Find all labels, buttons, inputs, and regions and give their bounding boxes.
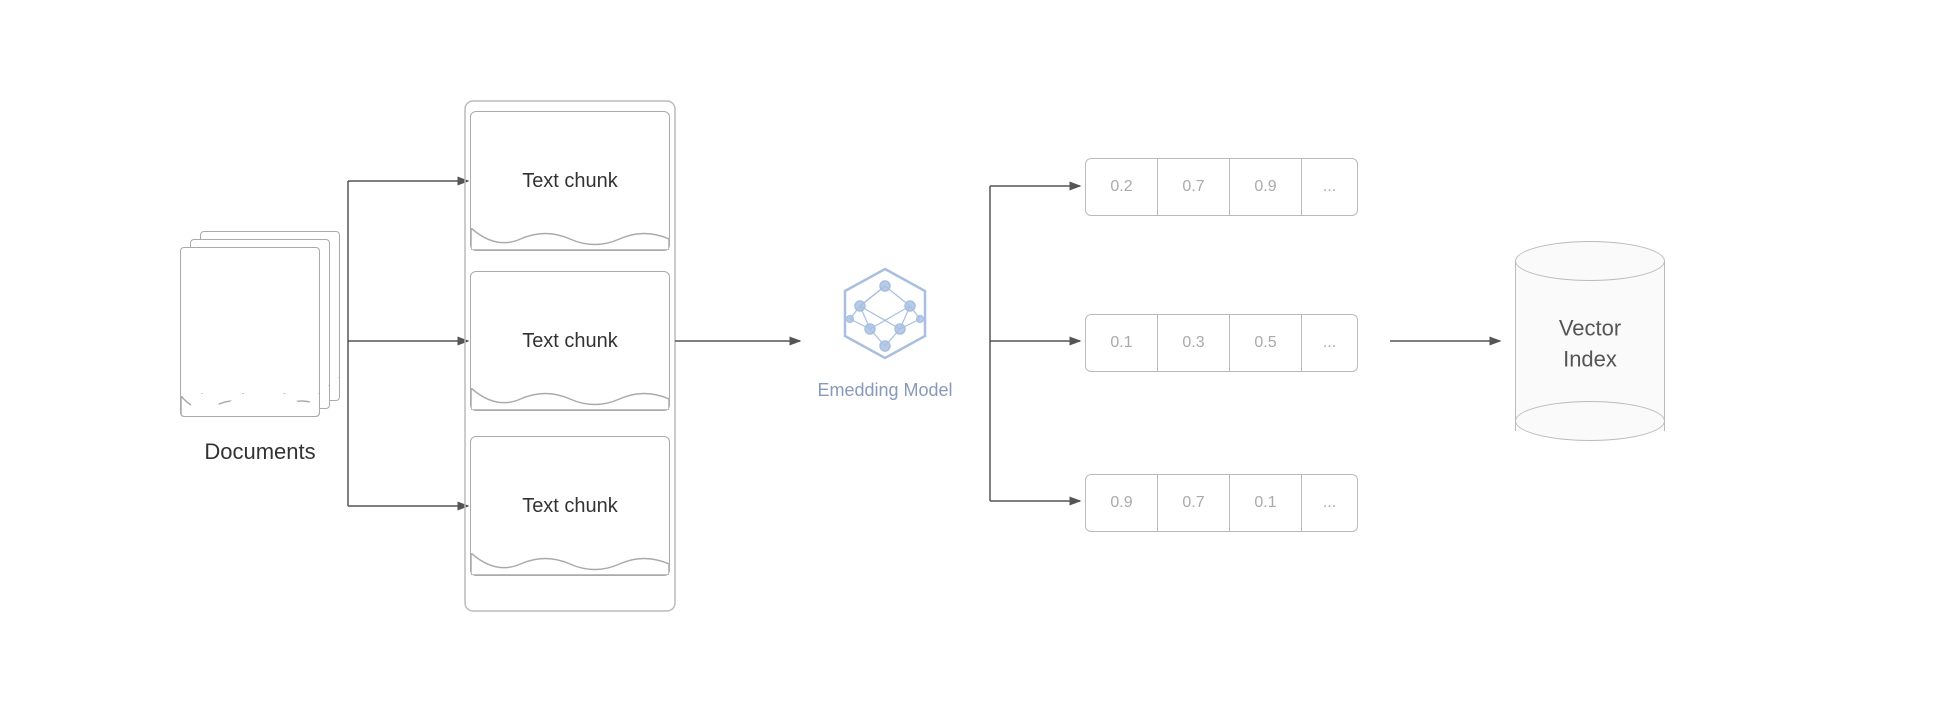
- vec1-cell4: ...: [1302, 159, 1357, 215]
- cylinder-label: Vector Index: [1559, 313, 1621, 375]
- embedding-brain-icon: [820, 261, 950, 371]
- diagram-container: Documents Text chunk Text chunk Text chu…: [120, 46, 1820, 666]
- doc-page-3: [180, 247, 320, 417]
- vec1-cell2: 0.7: [1158, 159, 1230, 215]
- vec1-cell1: 0.2: [1086, 159, 1158, 215]
- vec2-cell3: 0.5: [1230, 315, 1302, 371]
- documents-label: Documents: [180, 439, 340, 465]
- vec1-cell3: 0.9: [1230, 159, 1302, 215]
- vector-row-2: 0.1 0.3 0.5 ...: [1085, 314, 1358, 372]
- cylinder: Vector Index: [1515, 241, 1665, 441]
- chunk-label-3: Text chunk: [522, 495, 618, 518]
- embedding-label: Emedding Model: [817, 377, 952, 404]
- documents-stack: [180, 231, 340, 431]
- vector-index-group: Vector Index: [1515, 241, 1665, 441]
- vec3-cell3: 0.1: [1230, 475, 1302, 531]
- vec2-cell2: 0.3: [1158, 315, 1230, 371]
- chunk-wave-2: [471, 388, 669, 410]
- chunk-box-1: Text chunk: [470, 111, 670, 251]
- documents-group: Documents: [180, 231, 340, 465]
- cylinder-bottom: [1515, 401, 1665, 441]
- doc-wave: [181, 396, 319, 416]
- vec3-cell2: 0.7: [1158, 475, 1230, 531]
- embedding-group: Emedding Model: [810, 261, 960, 404]
- chunk-wave-3: [471, 553, 669, 575]
- cylinder-top: [1515, 241, 1665, 281]
- vec2-cell1: 0.1: [1086, 315, 1158, 371]
- chunk-box-3: Text chunk: [470, 436, 670, 576]
- vec2-cell4: ...: [1302, 315, 1357, 371]
- chunk-label-1: Text chunk: [522, 170, 618, 193]
- vec3-cell1: 0.9: [1086, 475, 1158, 531]
- vec3-cell4: ...: [1302, 475, 1357, 531]
- vector-row-1: 0.2 0.7 0.9 ...: [1085, 158, 1358, 216]
- vector-row-3: 0.9 0.7 0.1 ...: [1085, 474, 1358, 532]
- chunk-wave-1: [471, 228, 669, 250]
- chunk-label-2: Text chunk: [522, 330, 618, 353]
- chunk-box-2: Text chunk: [470, 271, 670, 411]
